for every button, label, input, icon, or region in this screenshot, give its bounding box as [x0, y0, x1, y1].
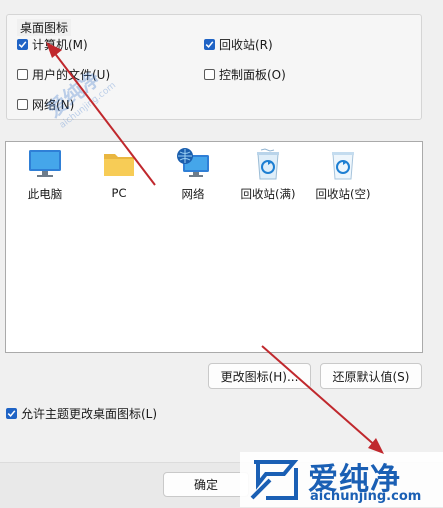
annotation-arrow-bottom — [261, 345, 379, 449]
checkbox-computer-box[interactable] — [17, 39, 28, 50]
checkbox-computer-label: 计算机(M) — [32, 38, 88, 52]
checkbox-recycle-bin-box[interactable] — [204, 39, 215, 50]
preview-item-label: 网络 — [181, 187, 205, 201]
change-icon-button[interactable]: 更改图标(H)... — [208, 363, 311, 389]
preview-item-recycle-empty[interactable]: 回收站(空) — [308, 146, 378, 202]
checkbox-control-panel[interactable]: 控制面板(O) — [204, 66, 286, 83]
checkbox-user-files-box[interactable] — [17, 69, 28, 80]
restore-default-button[interactable]: 还原默认值(S) — [320, 363, 422, 389]
checkbox-allow-themes-label: 允许主题更改桌面图标(L) — [21, 407, 158, 421]
recycle-bin-full-icon — [250, 146, 286, 182]
watermark-url: aichunjing.com — [310, 489, 422, 504]
watermark-logo: 爱纯净 aichunjing.com — [240, 452, 443, 507]
checkbox-recycle-bin-label: 回收站(R) — [219, 38, 273, 52]
preview-item-this-pc[interactable]: 此电脑 — [10, 146, 80, 202]
preview-item-label: 回收站(满) — [240, 187, 296, 201]
checkbox-computer[interactable]: 计算机(M) — [17, 36, 88, 53]
preview-item-recycle-full[interactable]: 回收站(满) — [233, 146, 303, 202]
folder-icon — [101, 146, 137, 182]
preview-item-label: PC — [111, 186, 127, 200]
checkbox-recycle-bin[interactable]: 回收站(R) — [204, 36, 273, 53]
checkbox-control-panel-box[interactable] — [204, 69, 215, 80]
preview-item-pc[interactable]: PC — [84, 146, 154, 200]
checkbox-allow-themes-box[interactable] — [6, 408, 17, 419]
preview-item-label: 回收站(空) — [315, 187, 371, 201]
preview-item-label: 此电脑 — [27, 187, 63, 201]
checkbox-network-box[interactable] — [17, 99, 28, 110]
monitor-icon — [27, 146, 63, 182]
group-title: 桌面图标 — [17, 19, 72, 36]
brand-logo-icon — [250, 460, 299, 500]
icon-preview-list[interactable]: 此电脑 PC 网络 回收站(满) 回收站(空) — [5, 141, 423, 353]
checkbox-control-panel-label: 控制面板(O) — [219, 68, 286, 82]
checkbox-allow-themes[interactable]: 允许主题更改桌面图标(L) — [6, 405, 157, 422]
recycle-bin-empty-icon — [325, 146, 361, 182]
network-globe-icon — [175, 146, 211, 182]
ok-button[interactable]: 确定 — [163, 472, 249, 497]
preview-item-network[interactable]: 网络 — [158, 146, 228, 202]
